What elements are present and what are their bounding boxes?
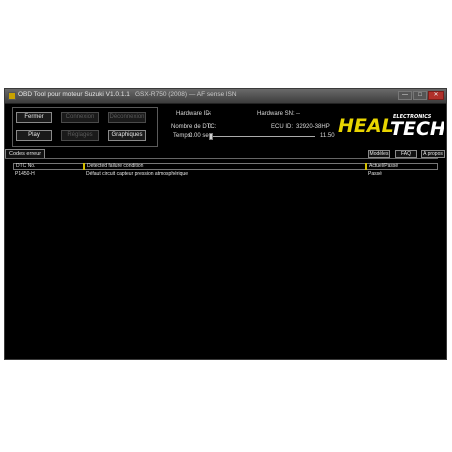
row-state: Passé	[368, 171, 382, 177]
time-slider-thumb[interactable]	[209, 133, 213, 140]
a-propos-button[interactable]: A propos	[421, 150, 445, 158]
fermer-button[interactable]: Fermer	[16, 112, 52, 123]
time-slider-max: 11.50	[320, 133, 335, 139]
ecu-id-label: ECU ID:	[271, 124, 294, 130]
deconnexion-button[interactable]: Déconnexion	[108, 112, 146, 123]
faq-button[interactable]: FAQ	[395, 150, 417, 158]
graphiques-button[interactable]: Graphiques	[108, 130, 146, 141]
reglages-button[interactable]: Réglages	[61, 130, 99, 141]
play-button[interactable]: Play	[16, 130, 52, 141]
hardware-sn-value: --	[296, 111, 300, 117]
dtc-count-value: 0	[208, 124, 212, 130]
tab-divider	[5, 158, 438, 159]
column-actuel-passe[interactable]: Actuel/Passé	[369, 164, 398, 169]
maximize-button[interactable]: □	[413, 91, 427, 100]
logo-tech: TECH	[390, 118, 444, 140]
column-dtc-no[interactable]: DTC No.	[16, 164, 35, 169]
row-failure-condition: Défaut circuit capteur pression atmosphé…	[86, 171, 188, 177]
time-slider-track[interactable]	[211, 136, 315, 137]
hardware-id-value: --	[207, 111, 211, 117]
logo-heal: HEAL	[338, 115, 394, 137]
table-row[interactable]: P1450-H Défaut circuit capteur pression …	[13, 171, 438, 177]
minimize-button[interactable]: —	[398, 91, 412, 100]
hardware-sn-label: Hardware SN:	[257, 111, 295, 117]
logo-electronics: ELECTRONICS	[393, 114, 432, 120]
column-failure-condition[interactable]: Detected failure condition	[87, 164, 143, 169]
column-separator[interactable]	[83, 163, 85, 170]
window-title-extra: GSX-R750 (2008) — AF sense lSN	[135, 91, 237, 98]
modeles-button[interactable]: Modèles	[368, 150, 390, 158]
healtech-logo: HEAL TECH ELECTRONICS	[338, 114, 444, 140]
window-title: OBD Tool pour moteur Suzuki V1.0.1.1	[18, 91, 130, 98]
connexion-button[interactable]: Connexion	[61, 112, 99, 123]
title-bar[interactable]: OBD Tool pour moteur Suzuki V1.0.1.1 GSX…	[5, 89, 446, 104]
table-header: DTC No. Detected failure condition Actue…	[13, 163, 438, 170]
row-dtc-code: P1450-H	[15, 171, 35, 177]
column-separator[interactable]	[365, 163, 367, 170]
app-icon	[8, 92, 16, 100]
ecu-id-value: 32920-38HP	[296, 124, 330, 130]
close-button[interactable]: ✕	[428, 91, 444, 100]
